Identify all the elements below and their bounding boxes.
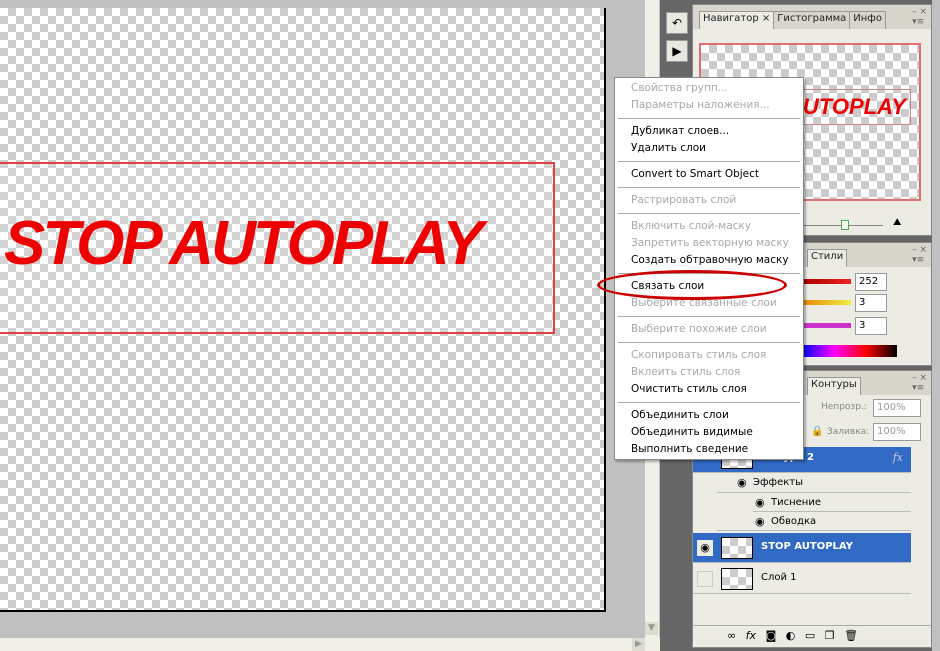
menu-separator [618, 316, 800, 317]
scroll-down-button[interactable]: ▼ [645, 622, 658, 635]
panel-menu-icon[interactable]: – × ▾≡ [912, 245, 927, 265]
visibility-toggle[interactable] [697, 571, 713, 587]
layer-name: Слой 1 [761, 572, 797, 583]
banner-shape: STOP AUTOPLAY [0, 162, 555, 334]
menu-separator [618, 402, 800, 403]
eye-icon[interactable]: ◉ [755, 515, 765, 528]
layer-context-menu: Свойства групп... Параметры наложения... Д… [614, 77, 804, 460]
menu-separator [618, 187, 800, 188]
zoom-slider-handle[interactable] [841, 220, 849, 230]
tab-info[interactable]: Инфо [849, 11, 886, 29]
green-slider[interactable] [803, 300, 851, 305]
menu-separator [618, 342, 800, 343]
panel-menu-icon[interactable]: – × ▾≡ [912, 373, 927, 393]
panel-menu-icon[interactable]: – × ▾≡ [912, 7, 927, 27]
menu-item: Включить слой-маску [631, 220, 751, 232]
menu-item: Параметры наложения... [631, 99, 770, 111]
menu-item[interactable]: Объединить видимые [615, 424, 803, 441]
new-group-icon[interactable]: ▭ [805, 629, 815, 642]
menu-item[interactable]: Очистить стиль слоя [615, 381, 803, 398]
menu-item: Растрировать слой [631, 194, 737, 206]
menu-item[interactable]: Создать обтравочную маску [615, 252, 803, 269]
scroll-right-button[interactable]: ▶ [632, 638, 645, 651]
menu-item[interactable]: Выполнить сведение [615, 441, 803, 458]
adjustment-layer-icon[interactable]: ◐ [786, 629, 796, 642]
layers-toolbar: ∞ fx ◙ ◐ ▭ ❐ 🗑 [693, 625, 931, 647]
layer-effects-row[interactable]: ◉ Эффекты [717, 473, 911, 493]
history-icon[interactable]: ↶ [666, 12, 688, 34]
effects-label: Эффекты [753, 477, 803, 488]
layers-list: Фигура 2fx ◉Эффекты ◉Тиснение ◉Обводка ◉… [693, 447, 911, 623]
tab-histogram[interactable]: Гистограмма [773, 11, 851, 29]
layer-effect-row[interactable]: ◉ Тиснение [753, 493, 911, 512]
layer-thumbnail [721, 537, 753, 559]
tab-styles[interactable]: Стили [807, 249, 848, 267]
menu-item: Свойства групп... [631, 82, 728, 94]
layer-row[interactable]: Слой 1 [693, 564, 911, 594]
fx-icon[interactable]: fx [746, 629, 756, 642]
menu-item: Запретить векторную маску [631, 237, 789, 249]
close-icon[interactable]: × [762, 13, 770, 24]
highlight-ellipse [597, 270, 787, 300]
menu-separator [618, 161, 800, 162]
blue-slider[interactable] [803, 323, 851, 328]
tab-paths[interactable]: Контуры [807, 377, 861, 395]
tab-navigator[interactable]: Навигатор × [699, 11, 775, 29]
eye-icon[interactable]: ◉ [737, 476, 747, 489]
opacity-field[interactable]: 100% [873, 399, 921, 417]
fill-label: Заливка: [827, 427, 870, 437]
effect-label: Обводка [771, 516, 817, 527]
fill-field[interactable]: 100% [873, 423, 921, 441]
menu-separator [618, 118, 800, 119]
banner-text: STOP AUTOPLAY [4, 209, 484, 278]
layer-name: STOP AUTOPLAY [761, 541, 853, 552]
trash-icon[interactable]: 🗑 [844, 629, 858, 642]
menu-item: Выберите похожие слои [631, 323, 767, 335]
fx-icon[interactable]: fx [893, 451, 903, 464]
layer-row[interactable]: ◉ STOP AUTOPLAY [693, 533, 911, 563]
effect-label: Тиснение [771, 497, 821, 508]
opacity-label: Непрозр.: [821, 402, 867, 412]
menu-separator [618, 213, 800, 214]
eye-icon[interactable]: ◉ [755, 496, 765, 509]
menu-item[interactable]: Удалить слои [615, 140, 803, 157]
tab-label: Навигатор [703, 13, 759, 24]
blue-value[interactable]: 3 [855, 317, 887, 335]
green-value[interactable]: 3 [855, 294, 887, 312]
menu-item: Вклеить стиль слоя [631, 366, 741, 378]
link-layers-icon[interactable]: ∞ [727, 629, 736, 642]
add-mask-icon[interactable]: ◙ [766, 629, 777, 642]
layer-thumbnail [721, 568, 753, 590]
menu-item: Скопировать стиль слоя [631, 349, 767, 361]
new-layer-icon[interactable]: ❐ [825, 629, 835, 642]
document-canvas[interactable]: STOP AUTOPLAY [0, 8, 606, 612]
color-ramp[interactable] [803, 345, 897, 357]
menu-item[interactable]: Дубликат слоев... [615, 123, 803, 140]
red-value[interactable]: 252 [855, 273, 887, 291]
eye-icon[interactable]: ◉ [697, 540, 713, 556]
horizontal-scrollbar[interactable]: ▶ [0, 638, 660, 651]
actions-play-icon[interactable]: ▶ [666, 40, 688, 62]
layer-effect-row[interactable]: ◉ Обводка [717, 512, 911, 531]
menu-item[interactable]: Объединить слои [615, 407, 803, 424]
menu-item[interactable]: Convert to Smart Object [615, 166, 803, 183]
red-slider[interactable] [803, 279, 851, 284]
lock-icon[interactable]: 🔒 [811, 426, 823, 437]
zoom-in-icon[interactable]: ⛰ [893, 217, 901, 228]
